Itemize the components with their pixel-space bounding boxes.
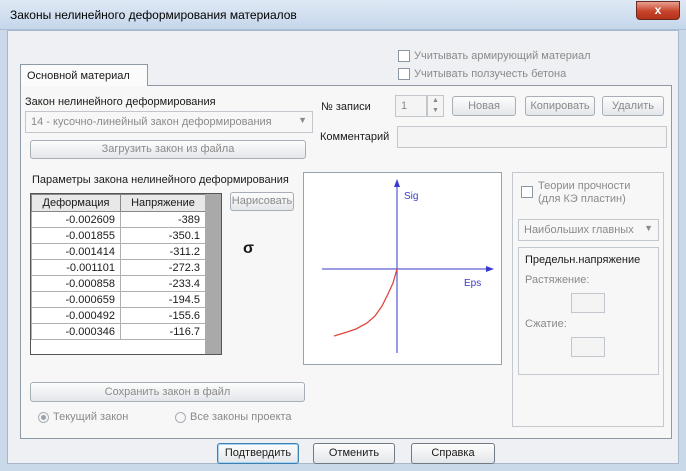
graph-canvas: Sig Eps (322, 179, 494, 353)
cell-deformation[interactable]: -0.000858 (31, 275, 121, 292)
table-row[interactable]: -0.001414 -311.2 (31, 243, 206, 260)
save-law-button[interactable]: Сохранить закон в файл (30, 382, 305, 402)
table-row[interactable]: -0.002609 -389 (31, 211, 206, 228)
chevron-down-icon: ▼ (298, 115, 307, 125)
sigma-symbol: σ (243, 240, 254, 257)
table-row[interactable]: -0.000346 -116.7 (31, 323, 206, 340)
cell-stress[interactable]: -116.7 (120, 323, 206, 340)
reinforcing-material-checkbox[interactable] (398, 50, 410, 62)
cell-deformation[interactable]: -0.000492 (31, 307, 121, 324)
spin-down-icon[interactable]: ▼ (428, 106, 443, 116)
tension-input[interactable] (571, 293, 605, 313)
limit-stress-title: Предельн.напряжение (525, 254, 641, 266)
cancel-button[interactable]: Отменить (313, 443, 395, 464)
close-button[interactable]: x (636, 1, 680, 20)
cell-deformation[interactable]: -0.000659 (31, 291, 121, 308)
cell-stress[interactable]: -389 (120, 211, 206, 228)
cell-deformation[interactable]: -0.002609 (31, 211, 121, 228)
comment-input[interactable] (397, 126, 667, 148)
copy-record-button[interactable]: Копировать (525, 96, 595, 116)
cell-deformation[interactable]: -0.001101 (31, 259, 121, 276)
cell-stress[interactable]: -311.2 (120, 243, 206, 260)
table-row[interactable]: -0.001855 -350.1 (31, 227, 206, 244)
new-record-button[interactable]: Новая (452, 96, 516, 116)
tab-main-material[interactable]: Основной материал (20, 64, 148, 86)
help-button[interactable]: Справка (411, 443, 495, 464)
strength-theory-label: Теории прочности (538, 180, 631, 192)
x-axis-arrow-icon (486, 266, 494, 272)
concrete-creep-checkbox[interactable] (398, 68, 410, 80)
compression-input[interactable] (571, 337, 605, 357)
cell-deformation[interactable]: -0.000346 (31, 323, 121, 340)
table-row[interactable]: -0.000858 -233.4 (31, 275, 206, 292)
y-axis-arrow-icon (394, 179, 400, 187)
spin-up-icon[interactable]: ▲ (428, 96, 443, 106)
record-spinner[interactable]: ▲ ▼ (427, 95, 444, 117)
theory-select-value: Наибольших главных (524, 224, 634, 236)
law-select[interactable]: 14 - кусочно-линейный закон деформирован… (25, 111, 313, 133)
radio-all-laws[interactable] (175, 412, 186, 423)
comment-label: Комментарий (320, 131, 390, 143)
stress-strain-curve (333, 268, 398, 337)
load-law-button[interactable]: Загрузить закон из файла (30, 140, 306, 159)
concrete-creep-label: Учитывать ползучесть бетона (414, 68, 567, 80)
cell-stress[interactable]: -194.5 (120, 291, 206, 308)
y-axis-label: Sig (404, 191, 418, 202)
record-number-input[interactable]: 1 (395, 95, 427, 117)
compression-label: Сжатие: (525, 318, 567, 330)
table-row[interactable]: -0.000492 -155.6 (31, 307, 206, 324)
table-row[interactable]: -0.001101 -272.3 (31, 259, 206, 276)
cell-stress[interactable]: -350.1 (120, 227, 206, 244)
radio-current-law-label: Текущий закон (53, 411, 129, 423)
column-header-deformation[interactable]: Деформация (31, 194, 121, 212)
tension-label: Растяжение: (525, 274, 590, 286)
reinforcing-material-label: Учитывать армирующий материал (414, 50, 591, 62)
params-table[interactable]: Деформация Напряжение -0.002609 -389 -0.0… (30, 193, 222, 355)
law-select-value: 14 - кусочно-линейный закон деформирован… (31, 116, 272, 128)
window-title: Законы нелинейного деформирования матери… (10, 8, 297, 22)
column-header-stress[interactable]: Напряжение (120, 194, 206, 212)
chevron-down-icon: ▼ (644, 223, 653, 233)
x-axis-label: Eps (464, 278, 481, 289)
strength-theory-sublabel: (для КЭ пластин) (538, 193, 626, 205)
radio-current-law[interactable] (38, 412, 49, 423)
draw-button[interactable]: Нарисовать (230, 192, 294, 211)
table-row[interactable]: -0.000659 -194.5 (31, 291, 206, 308)
cell-deformation[interactable]: -0.001414 (31, 243, 121, 260)
radio-all-laws-label: Все законы проекта (190, 411, 292, 423)
strength-theory-checkbox[interactable] (521, 186, 533, 198)
params-label: Параметры закона нелинейного деформирова… (32, 174, 289, 186)
record-number-label: № записи (321, 101, 371, 113)
stress-strain-graph: Sig Eps (303, 172, 502, 365)
cell-deformation[interactable]: -0.001855 (31, 227, 121, 244)
delete-record-button[interactable]: Удалить (602, 96, 664, 116)
theory-select[interactable]: Наибольших главных ▼ (518, 219, 659, 241)
law-label: Закон нелинейного деформирования (25, 96, 216, 108)
table-scrollbar[interactable] (205, 194, 221, 354)
cell-stress[interactable]: -233.4 (120, 275, 206, 292)
confirm-button[interactable]: Подтвердить (217, 443, 299, 464)
cell-stress[interactable]: -155.6 (120, 307, 206, 324)
cell-stress[interactable]: -272.3 (120, 259, 206, 276)
